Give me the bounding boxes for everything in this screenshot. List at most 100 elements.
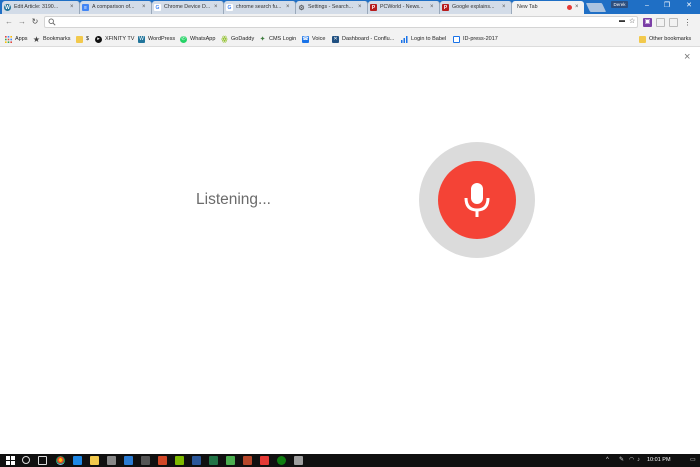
close-tab-icon[interactable]: × [70, 1, 76, 14]
bookmark-wordpress[interactable]: W WordPress [138, 34, 175, 44]
cms-icon: ✦ [259, 36, 266, 43]
bookmark-label: XFINITY TV [105, 36, 135, 42]
app-taskbar-icon[interactable] [260, 456, 269, 465]
bookmark-label: Voice [312, 36, 326, 42]
task-view-icon[interactable] [38, 456, 47, 465]
bookmark-label: Bookmarks [43, 36, 71, 42]
minimize-icon[interactable]: – [640, 1, 654, 11]
explorer-taskbar-icon[interactable] [90, 456, 99, 465]
bookmark-apps[interactable]: Apps [5, 34, 28, 44]
cast-icon[interactable]: ▬ [619, 18, 625, 24]
extension-gray-icon[interactable] [656, 18, 665, 27]
wordpress-icon: W [4, 4, 11, 11]
pcworld-icon: P [442, 4, 449, 11]
apps-grid-icon [5, 35, 12, 43]
close-tab-icon[interactable]: × [502, 1, 508, 14]
bookmark-whatsapp[interactable]: ✆ WhatsApp [180, 34, 215, 44]
volume-icon[interactable]: ♪ [637, 456, 640, 465]
xbox-taskbar-icon[interactable] [277, 456, 286, 465]
voice-icon: ☎ [302, 35, 309, 43]
windows-start-icon[interactable] [6, 456, 15, 465]
bookmark-label: Login to Babel [411, 36, 447, 42]
close-tab-icon[interactable]: × [430, 1, 436, 14]
extension-box-icon[interactable] [669, 18, 678, 27]
tray-chevron-icon[interactable]: ^ [606, 456, 609, 465]
action-center-icon[interactable]: ▭ [690, 456, 696, 465]
bookmark-id-press[interactable]: ID-press-2017 [453, 34, 498, 44]
excel-taskbar-icon[interactable] [209, 456, 218, 465]
bookmark-voice[interactable]: ☎ Voice [302, 34, 325, 44]
chart-icon [401, 35, 408, 43]
forward-arrow-icon[interactable]: → [17, 17, 27, 27]
app-taskbar-icon[interactable] [158, 456, 167, 465]
close-icon[interactable]: × [684, 52, 690, 63]
tab-settings-search[interactable]: ⚙ Settings - Search... × [296, 1, 368, 14]
google-g-icon: G [154, 4, 161, 11]
close-tab-icon[interactable]: × [214, 1, 220, 14]
bookmark-bookmarks[interactable]: ★ Bookmarks [33, 34, 71, 44]
tab-title: Settings - Search... [308, 4, 354, 10]
close-tab-icon[interactable]: × [575, 1, 581, 14]
bookmark-dollar-folder[interactable]: $ [76, 34, 89, 44]
docs-icon: ≡ [82, 4, 89, 11]
godaddy-icon: ꙮ [221, 36, 228, 43]
pen-icon[interactable]: ✎ [619, 456, 624, 465]
app-taskbar-icon[interactable] [175, 456, 184, 465]
chrome-taskbar-icon[interactable] [56, 456, 65, 465]
reload-icon[interactable]: ↻ [30, 17, 40, 27]
menu-dots-icon[interactable]: ⋮ [683, 18, 692, 27]
tab-chrome-search[interactable]: G chrome search fu... × [224, 1, 296, 14]
bookmark-label: WordPress [148, 36, 176, 42]
search-icon [48, 18, 56, 26]
tab-title: Chrome Device D... [164, 4, 211, 10]
tab-new-tab[interactable]: New Tab × [512, 1, 584, 14]
close-tab-icon[interactable]: × [358, 1, 364, 14]
tab-chrome-device[interactable]: G Chrome Device D... × [152, 1, 224, 14]
tab-pcworld-news[interactable]: P PCWorld - News... × [368, 1, 440, 14]
profile-button[interactable]: Derek [611, 1, 628, 8]
recording-indicator-icon [567, 5, 572, 10]
tab-title: Google explains... [452, 4, 495, 10]
address-bar[interactable]: ▬ ☆ [44, 16, 638, 28]
app-taskbar-icon[interactable] [226, 456, 235, 465]
back-arrow-icon[interactable]: ← [4, 17, 14, 27]
maximize-icon[interactable]: ❐ [660, 1, 674, 11]
listening-status: Listening... [196, 191, 271, 208]
tab-comparison[interactable]: ≡ A comparison of... × [80, 1, 152, 14]
cortana-icon[interactable] [22, 456, 30, 464]
voice-search-overlay: × Listening... [0, 47, 700, 454]
tab-title: Edit Article: 3190... [14, 4, 59, 10]
bookmark-xfinity[interactable]: ▸ XFINITY TV [95, 34, 134, 44]
extension-purple-icon[interactable]: ▣ [643, 18, 652, 27]
tab-google-explains[interactable]: P Google explains... × [440, 1, 512, 14]
app-taskbar-icon[interactable] [141, 456, 150, 465]
edge-taskbar-icon[interactable] [73, 456, 82, 465]
mail-taskbar-icon[interactable] [124, 456, 133, 465]
new-tab-button[interactable] [585, 3, 607, 12]
tab-title: chrome search fu... [236, 4, 282, 10]
powerpoint-taskbar-icon[interactable] [243, 456, 252, 465]
store-taskbar-icon[interactable] [107, 456, 116, 465]
star-icon: ★ [32, 34, 41, 44]
bookmark-star-icon[interactable]: ☆ [629, 17, 635, 25]
taskbar-clock[interactable]: 10:01 PM [647, 456, 671, 465]
bookmark-cms-login[interactable]: ✦ CMS Login [259, 34, 297, 44]
bookmark-other[interactable]: Other bookmarks [639, 34, 691, 44]
microphone-button[interactable] [438, 161, 516, 239]
page-icon [453, 35, 460, 43]
network-icon[interactable]: ◠ [629, 456, 634, 465]
bookmark-label: ID-press-2017 [463, 36, 498, 42]
bookmark-dashboard-confluence[interactable]: ✕ Dashboard - Conflu... [332, 34, 394, 44]
app-taskbar-icon[interactable] [294, 456, 303, 465]
window-close-icon[interactable]: ✕ [682, 1, 696, 11]
google-g-icon: G [226, 4, 233, 11]
bookmark-godaddy[interactable]: ꙮ GoDaddy [221, 34, 254, 44]
bookmark-login-babel[interactable]: Login to Babel [401, 34, 446, 44]
tab-edit-article[interactable]: W Edit Article: 3190... × [2, 1, 80, 14]
tab-title: New Tab [517, 4, 538, 10]
bookmark-label: $ [86, 36, 90, 42]
close-tab-icon[interactable]: × [142, 1, 148, 14]
word-taskbar-icon[interactable] [192, 456, 201, 465]
omnibox-input[interactable] [58, 17, 618, 27]
close-tab-icon[interactable]: × [286, 1, 292, 14]
